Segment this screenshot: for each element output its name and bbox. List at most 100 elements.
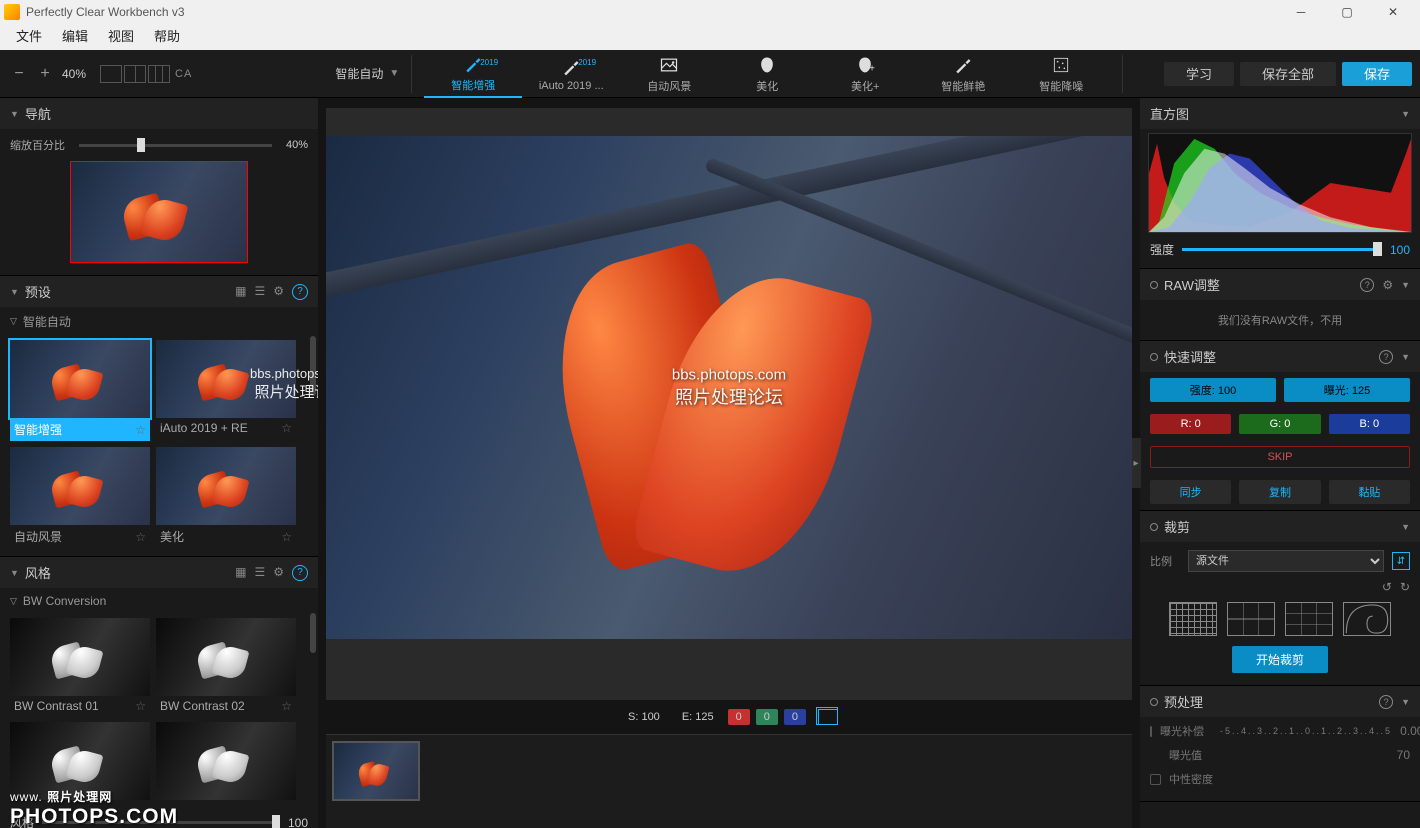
top-preset-beautify[interactable]: 美化 xyxy=(718,50,816,98)
rotate-cw-icon[interactable]: ↻ xyxy=(1400,580,1410,594)
save-all-button[interactable]: 保存全部 xyxy=(1240,62,1336,86)
slider-thumb[interactable] xyxy=(137,138,145,152)
zoom-percent[interactable]: 40% xyxy=(62,67,86,81)
style-thumb[interactable]: BW Contrast 01☆ xyxy=(10,618,150,716)
preset-thumb[interactable]: 美化☆ xyxy=(156,447,296,548)
divider xyxy=(1122,55,1123,93)
chevron-down-icon: ▼ xyxy=(389,68,399,79)
start-crop-button[interactable]: 开始裁剪 xyxy=(1232,646,1328,673)
star-icon[interactable]: ☆ xyxy=(281,699,292,713)
rotate-ccw-icon[interactable]: ↺ xyxy=(1382,580,1392,594)
zoom-slider[interactable] xyxy=(79,144,272,147)
enable-dot-icon[interactable] xyxy=(1150,281,1158,289)
grid-view-icon[interactable]: ▦ xyxy=(235,565,246,581)
enable-dot-icon[interactable] xyxy=(1150,698,1158,706)
menu-view[interactable]: 视图 xyxy=(98,24,144,50)
neutral-density-checkbox[interactable] xyxy=(1150,774,1161,785)
quick-b[interactable]: B: 0 xyxy=(1329,414,1410,434)
chevron-down-icon: ▽ xyxy=(10,596,17,607)
gear-icon[interactable]: ⚙ xyxy=(273,565,284,581)
crop-grid-spiral[interactable] xyxy=(1343,602,1391,636)
help-icon[interactable]: ? xyxy=(292,284,308,300)
main-image[interactable]: bbs.photops.com 照片处理论坛 xyxy=(326,136,1132,639)
collapse-right-handle[interactable]: ▸ xyxy=(1131,438,1141,488)
scrollbar[interactable] xyxy=(310,613,316,653)
star-icon[interactable]: ☆ xyxy=(135,699,146,713)
ratio-select[interactable]: 源文件 xyxy=(1188,550,1384,572)
top-preset-landscape[interactable]: 自动风景 xyxy=(620,50,718,98)
help-icon[interactable]: ? xyxy=(292,565,308,581)
learn-button[interactable]: 学习 xyxy=(1164,62,1234,86)
top-preset-noise[interactable]: 智能降噪 xyxy=(1012,50,1110,98)
quick-g[interactable]: G: 0 xyxy=(1239,414,1320,434)
crop-grid-nine[interactable] xyxy=(1285,602,1333,636)
nav-preview[interactable] xyxy=(70,161,248,263)
crop-header[interactable]: 裁剪▼ xyxy=(1140,511,1420,542)
help-icon[interactable]: ? xyxy=(1379,695,1393,709)
star-icon[interactable]: ☆ xyxy=(135,423,146,437)
crop-grid-dense[interactable] xyxy=(1169,602,1217,636)
histogram-header[interactable]: 直方图▼ xyxy=(1140,98,1420,129)
info-s: S: 100 xyxy=(620,709,668,725)
quick-paste[interactable]: 黏贴 xyxy=(1329,480,1410,504)
menu-file[interactable]: 文件 xyxy=(6,24,52,50)
zoom-in-button[interactable]: + xyxy=(36,65,54,83)
exposure-comp-checkbox[interactable] xyxy=(1150,726,1152,737)
quick-header[interactable]: 快速调整?▼ xyxy=(1140,341,1420,372)
view-ca-button[interactable]: CA xyxy=(172,65,195,83)
gear-icon[interactable]: ⚙ xyxy=(1382,278,1393,292)
view-split-3-icon[interactable] xyxy=(148,65,170,83)
minimize-button[interactable]: ─ xyxy=(1278,0,1324,24)
top-preset-vivid[interactable]: 智能鲜艳 xyxy=(914,50,1012,98)
quick-sync[interactable]: 同步 xyxy=(1150,480,1231,504)
style-group[interactable]: ▽BW Conversion xyxy=(0,588,318,614)
quick-exposure[interactable]: 曝光: 125 xyxy=(1284,378,1410,402)
star-icon[interactable]: ☆ xyxy=(281,530,292,544)
preset-thumb[interactable]: 自动风景☆ xyxy=(10,447,150,548)
quick-intensity[interactable]: 强度: 100 xyxy=(1150,378,1276,402)
presets-header[interactable]: ▼ 预设 ▦ ☰ ⚙ ? xyxy=(0,276,318,307)
enable-dot-icon[interactable] xyxy=(1150,523,1158,531)
help-icon[interactable]: ? xyxy=(1379,350,1393,364)
view-single-icon[interactable] xyxy=(100,65,122,83)
star-icon[interactable]: ☆ xyxy=(135,530,146,544)
crop-grid-thirds[interactable] xyxy=(1227,602,1275,636)
top-preset-beautify-plus[interactable]: + 美化+ xyxy=(816,50,914,98)
quick-skip[interactable]: SKIP xyxy=(1150,446,1410,468)
filmstrip-thumb[interactable] xyxy=(332,741,420,801)
preset-dropdown[interactable]: 智能自动 ▼ xyxy=(335,65,399,82)
quick-r[interactable]: R: 0 xyxy=(1150,414,1231,434)
enable-dot-icon[interactable] xyxy=(1150,353,1158,361)
maximize-button[interactable]: ▢ xyxy=(1324,0,1370,24)
save-button[interactable]: 保存 xyxy=(1342,62,1412,86)
top-preset-iauto2019[interactable]: 2019 iAuto 2019 ... xyxy=(522,50,620,98)
center-panel: ▸ ◂ bbs.photops.com 照片处理论坛 S: 100 E: 125… xyxy=(318,98,1140,828)
nav-header[interactable]: ▼ 导航 xyxy=(0,98,318,129)
styles-header[interactable]: ▼ 风格 ▦ ☰ ⚙ ? xyxy=(0,557,318,588)
preset-thumb[interactable]: 智能增强☆ xyxy=(10,340,150,441)
raw-header[interactable]: RAW调整?⚙▼ xyxy=(1140,269,1420,300)
list-view-icon[interactable]: ☰ xyxy=(254,565,265,581)
gear-icon[interactable]: ⚙ xyxy=(273,284,284,300)
close-button[interactable]: ✕ xyxy=(1370,0,1416,24)
top-preset-label: iAuto 2019 ... xyxy=(539,80,604,92)
preset-group[interactable]: ▽智能自动 xyxy=(0,307,318,336)
top-preset-smart-enhance[interactable]: 2019 智能增强 xyxy=(424,50,522,98)
style-thumb[interactable]: BW Contrast 02☆ xyxy=(156,618,296,716)
menu-help[interactable]: 帮助 xyxy=(144,24,190,50)
preproc-header[interactable]: 预处理?▼ xyxy=(1140,686,1420,717)
view-split-v-icon[interactable] xyxy=(124,65,146,83)
flip-icon[interactable]: ⇵ xyxy=(1392,552,1410,570)
top-preset-label: 智能降噪 xyxy=(1039,78,1083,94)
star-icon[interactable]: ☆ xyxy=(281,421,292,435)
menu-edit[interactable]: 编辑 xyxy=(52,24,98,50)
compare-icon[interactable] xyxy=(818,709,838,725)
quick-copy[interactable]: 复制 xyxy=(1239,480,1320,504)
help-icon[interactable]: ? xyxy=(1360,278,1374,292)
strength-slider[interactable] xyxy=(1182,248,1382,251)
slider-thumb[interactable] xyxy=(1373,242,1382,256)
zoom-out-button[interactable]: − xyxy=(10,65,28,83)
slider-thumb[interactable] xyxy=(272,815,280,828)
list-view-icon[interactable]: ☰ xyxy=(254,284,265,300)
grid-view-icon[interactable]: ▦ xyxy=(235,284,246,300)
